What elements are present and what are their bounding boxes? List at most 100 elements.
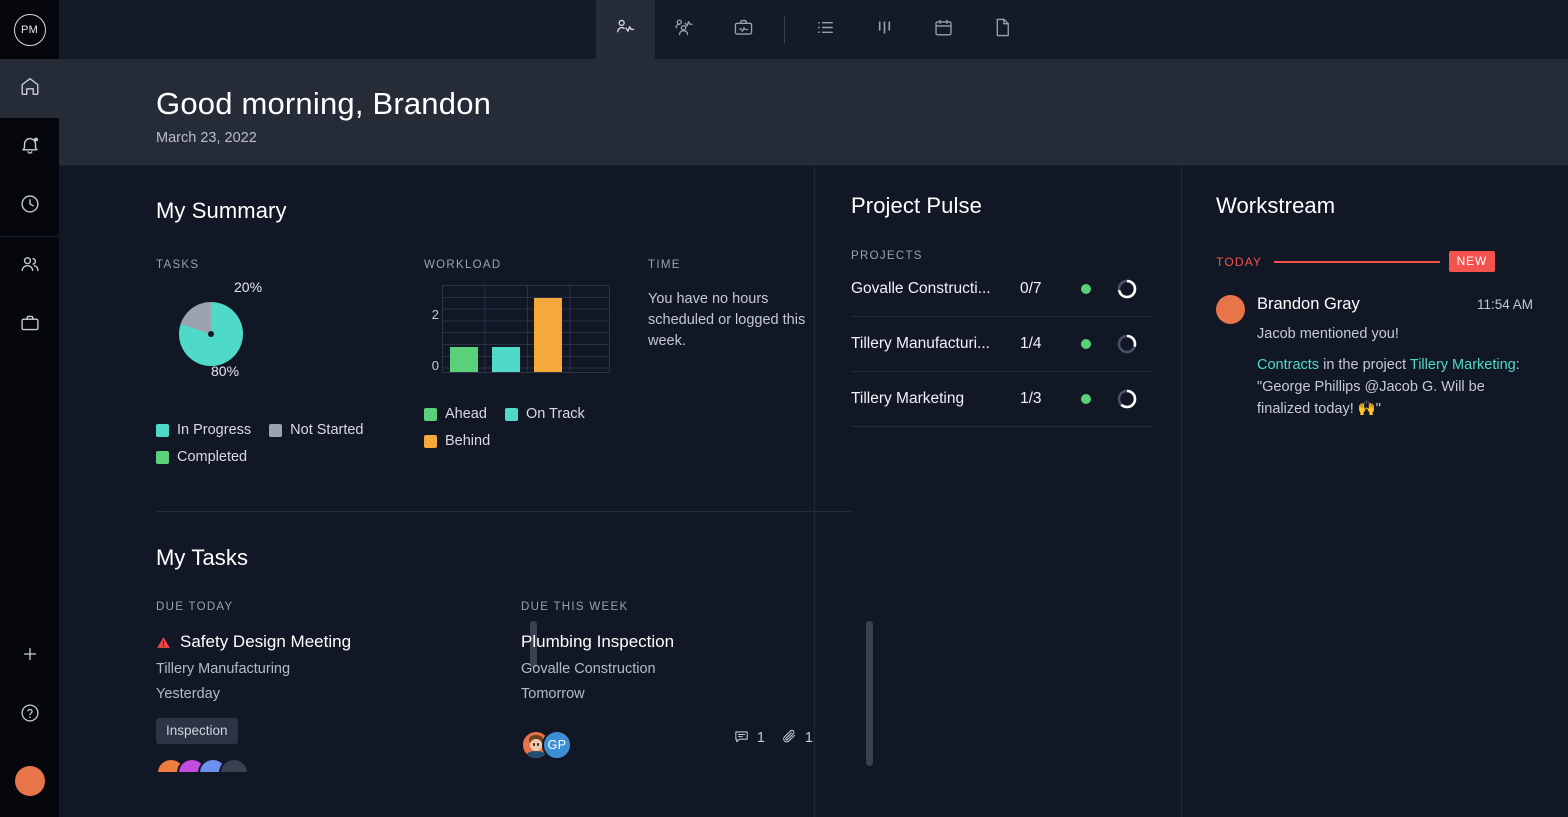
workstream-today-divider: TODAY NEW bbox=[1199, 251, 1568, 272]
bar-on-track bbox=[492, 347, 520, 372]
tab-team[interactable] bbox=[655, 0, 714, 59]
workstream-link-task[interactable]: Contracts bbox=[1257, 357, 1319, 373]
workstream-entry-body: Brandon Gray 11:54 AM Jacob mentioned yo… bbox=[1257, 295, 1533, 420]
tab-projects[interactable] bbox=[714, 0, 773, 59]
workload-legend: AheadOn TrackBehind bbox=[424, 406, 648, 449]
task-card[interactable]: Plumbing Inspection Govalle Construction… bbox=[521, 632, 851, 760]
legend-swatch bbox=[156, 451, 169, 464]
y-tick-0: 0 bbox=[432, 358, 439, 373]
tab-my-work[interactable] bbox=[596, 0, 655, 59]
comment-icon bbox=[733, 728, 750, 749]
legend-item: Ahead bbox=[424, 406, 487, 422]
tasks-widget: TASKS 20% 80% In ProgressNot StartedComp… bbox=[156, 259, 424, 465]
task-project: Tillery Manufacturing bbox=[156, 661, 521, 677]
dashboard-root: PM bbox=[0, 0, 1568, 817]
progress-ring-icon bbox=[1116, 333, 1138, 355]
status-badge bbox=[1064, 394, 1108, 404]
due-this-week-scrollbar[interactable] bbox=[866, 621, 873, 766]
left-sidebar: PM bbox=[0, 0, 59, 817]
tasks-legend: In ProgressNot StartedCompleted bbox=[156, 422, 424, 465]
comment-count[interactable]: 1 bbox=[733, 728, 765, 749]
tab-docs-view[interactable] bbox=[973, 0, 1032, 59]
progress-ring-icon bbox=[1116, 388, 1138, 410]
task-tag[interactable]: Inspection bbox=[156, 718, 238, 744]
project-task-count: 1/3 bbox=[1014, 390, 1064, 408]
attachment-count[interactable]: 1 bbox=[781, 728, 813, 749]
today-label: TODAY bbox=[1216, 255, 1262, 269]
kanban-bars-icon bbox=[873, 16, 896, 44]
workstream-link-project[interactable]: Tillery Marketing bbox=[1410, 357, 1516, 373]
legend-label: Ahead bbox=[445, 406, 487, 422]
tab-list-view[interactable] bbox=[796, 0, 855, 59]
progress-ring bbox=[1108, 333, 1146, 355]
question-circle-icon bbox=[19, 702, 41, 729]
sidebar-item-time[interactable] bbox=[0, 177, 59, 236]
status-dot bbox=[1081, 394, 1091, 404]
project-task-count: 1/4 bbox=[1014, 335, 1064, 353]
status-badge bbox=[1064, 284, 1108, 294]
project-pulse-row[interactable]: Tillery Manufacturi...1/4 bbox=[851, 317, 1153, 372]
project-pulse-title: Project Pulse bbox=[851, 193, 1181, 219]
briefcase-icon bbox=[19, 312, 41, 339]
my-tasks-title: My Tasks bbox=[156, 545, 814, 571]
avatar bbox=[1216, 295, 1245, 324]
avatar[interactable] bbox=[219, 758, 249, 772]
summary-grid: TASKS 20% 80% In ProgressNot StartedComp… bbox=[156, 259, 814, 465]
top-navigation-bar bbox=[59, 0, 1568, 59]
sidebar-item-portfolio[interactable] bbox=[0, 296, 59, 355]
task-assignee-avatars[interactable] bbox=[156, 758, 521, 772]
top-nav-items bbox=[596, 0, 1032, 59]
today-line bbox=[1274, 261, 1439, 263]
task-name: Safety Design Meeting bbox=[180, 632, 351, 652]
sidebar-item-profile[interactable] bbox=[0, 745, 59, 817]
legend-label: Completed bbox=[177, 449, 247, 465]
new-badge: NEW bbox=[1449, 251, 1495, 272]
current-date: March 23, 2022 bbox=[156, 130, 1568, 146]
due-this-week-label: DUE THIS WEEK bbox=[521, 601, 851, 613]
sidebar-item-home[interactable] bbox=[0, 59, 59, 118]
avatar[interactable]: GP bbox=[542, 730, 572, 760]
pie-label-not-started: 20% bbox=[234, 279, 262, 295]
workstream-detail: Contracts in the project Tillery Marketi… bbox=[1257, 354, 1533, 420]
summary-tasks-divider bbox=[156, 511, 851, 512]
sidebar-item-add[interactable] bbox=[0, 627, 59, 686]
task-card[interactable]: Safety Design Meeting Tillery Manufactur… bbox=[156, 632, 521, 772]
avatar bbox=[15, 766, 45, 796]
bar-slot bbox=[443, 286, 485, 372]
legend-swatch bbox=[424, 408, 437, 421]
sidebar-item-notifications[interactable] bbox=[0, 118, 59, 177]
legend-item: On Track bbox=[505, 406, 585, 422]
tab-board-view[interactable] bbox=[855, 0, 914, 59]
app-logo[interactable]: PM bbox=[0, 0, 59, 59]
plus-icon bbox=[20, 644, 40, 669]
list-icon bbox=[814, 16, 837, 44]
legend-label: On Track bbox=[526, 406, 585, 422]
project-pulse-row[interactable]: Tillery Marketing1/3 bbox=[851, 372, 1153, 427]
workstream-entry-head: Brandon Gray 11:54 AM bbox=[1257, 295, 1533, 314]
comment-count-value: 1 bbox=[757, 730, 765, 746]
task-project: Govalle Construction bbox=[521, 661, 851, 677]
workstream-entry[interactable]: Brandon Gray 11:54 AM Jacob mentioned yo… bbox=[1199, 295, 1568, 420]
top-nav-divider bbox=[784, 16, 785, 43]
calendar-icon bbox=[932, 16, 955, 44]
my-summary-header: My Summary bbox=[156, 166, 814, 224]
sidebar-item-people[interactable] bbox=[0, 237, 59, 296]
tab-calendar-view[interactable] bbox=[914, 0, 973, 59]
workload-widget: WORKLOAD 2 0 AheadOn TrackBehind bbox=[424, 259, 648, 465]
projects-label: PROJECTS bbox=[851, 250, 1181, 262]
project-name: Tillery Manufacturi... bbox=[851, 335, 1014, 353]
bar-slot bbox=[527, 286, 569, 372]
status-badge bbox=[1064, 339, 1108, 349]
workstream-headline: Jacob mentioned you! bbox=[1257, 323, 1533, 345]
greeting-header: Good morning, Brandon March 23, 2022 bbox=[59, 59, 1568, 166]
pie-center-dot bbox=[208, 331, 214, 337]
legend-swatch bbox=[156, 424, 169, 437]
task-title-row: Plumbing Inspection bbox=[521, 632, 851, 652]
legend-swatch bbox=[505, 408, 518, 421]
legend-item: Not Started bbox=[269, 422, 363, 438]
workstream-timestamp: 11:54 AM bbox=[1477, 297, 1533, 312]
sidebar-item-help[interactable] bbox=[0, 686, 59, 745]
task-assignee-avatars[interactable]: GP bbox=[521, 730, 572, 760]
project-pulse-row[interactable]: Govalle Constructi...0/7 bbox=[851, 262, 1153, 317]
tasks-pie-chart: 20% 80% bbox=[156, 285, 306, 397]
